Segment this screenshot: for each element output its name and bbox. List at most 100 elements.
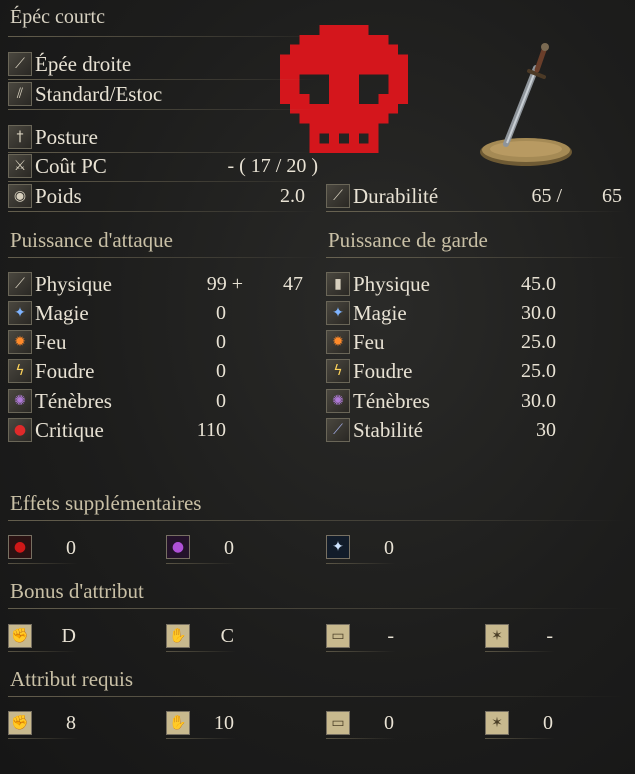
requirement-value: 10 <box>214 712 234 734</box>
scaling-value: C <box>220 625 234 647</box>
skull-icon <box>279 25 409 154</box>
strength-icon: ✊ <box>8 624 32 648</box>
fp-cost-row: ⚔ Coût PC - ( 17 / 20 ) <box>8 152 318 180</box>
effect-poison: ● <box>166 535 190 559</box>
guard-row-stability: ⟋ Stabilité 30 <box>326 416 556 444</box>
section-divider <box>8 696 626 697</box>
faith-icon: ✶ <box>485 711 509 735</box>
attack-label: Physique <box>35 271 113 296</box>
attack-value: 0 <box>216 360 226 382</box>
stability-icon: ⟋ <box>326 418 350 442</box>
durability-current: 65 / <box>531 185 562 207</box>
requirement-underline <box>485 738 555 739</box>
item-name: Épéc courtc <box>10 6 105 28</box>
attack-type-label: Standard/Estoc <box>35 81 163 106</box>
fp-cost-label: Coût PC <box>35 153 107 178</box>
weight-label: Poids <box>35 183 82 208</box>
effect-value: 0 <box>384 537 394 559</box>
attack-label: Feu <box>35 329 67 354</box>
requirements-heading: Attribut requis <box>10 667 134 691</box>
requirement-underline <box>166 738 236 739</box>
guard-value: 30.0 <box>521 302 556 324</box>
dark-icon: ✺ <box>8 389 32 413</box>
weight-value: 2.0 <box>280 185 305 207</box>
requirement-underline <box>326 738 396 739</box>
fire-icon: ✹ <box>8 330 32 354</box>
scaling-faith: ✶ <box>485 624 509 648</box>
guard-value: 25.0 <box>521 331 556 353</box>
durability-label: Durabilité <box>353 183 439 208</box>
weight-row: ◉ Poids 2.0 <box>8 182 305 210</box>
weapon-class-row: ⟋ Épée droite <box>8 50 131 78</box>
magic-icon: ✦ <box>8 301 32 325</box>
requirement-underline <box>8 738 78 739</box>
durability-max: 65 <box>602 185 622 207</box>
guard-row-dark: ✺ Ténèbres 30.0 <box>326 387 556 415</box>
guard-label: Stabilité <box>353 417 423 442</box>
guard-row-physical: ▮ Physique 45.0 <box>326 270 556 298</box>
effect-frost: ✦ <box>326 535 350 559</box>
effect-value: 0 <box>224 537 234 559</box>
bleed-icon: ● <box>8 535 32 559</box>
skill-row: † Posture <box>8 123 98 151</box>
dexterity-icon: ✋ <box>166 711 190 735</box>
durability-row: ⟋ Durabilité 65 / 65 <box>326 182 622 210</box>
requirement-dexterity: ✋ <box>166 711 190 735</box>
attack-row-physical: ⟋ Physique 99 + 47 <box>8 270 305 298</box>
guard-value: 30.0 <box>521 390 556 412</box>
effect-underline <box>8 563 78 564</box>
physical-guard-icon: ▮ <box>326 272 350 296</box>
requirement-value: 0 <box>384 712 394 734</box>
weight-icon: ◉ <box>8 184 32 208</box>
guard-label: Magie <box>353 300 407 325</box>
dexterity-icon: ✋ <box>166 624 190 648</box>
section-divider <box>8 257 318 258</box>
physical-attack-icon: ⟋ <box>8 272 32 296</box>
attack-value: 0 <box>216 390 226 412</box>
lightning-icon: ϟ <box>8 359 32 383</box>
row-divider <box>8 109 318 110</box>
attack-value: 0 <box>216 302 226 324</box>
guard-label: Feu <box>353 329 385 354</box>
effects-heading: Effets supplémentaires <box>10 491 202 515</box>
attack-bonus-value: 47 <box>283 273 303 295</box>
section-divider <box>326 257 626 258</box>
attack-value: 99 + <box>206 273 243 295</box>
durability-icon: ⟋ <box>326 184 350 208</box>
scaling-heading: Bonus d'attribut <box>10 579 144 603</box>
weapon-class-label: Épée droite <box>35 51 132 76</box>
intelligence-icon: ▭ <box>326 711 350 735</box>
scaling-strength: ✊ <box>8 624 32 648</box>
guard-heading: Puissance de garde <box>328 228 488 252</box>
attack-row-lightning: ϟ Foudre 0 <box>8 357 226 385</box>
attack-label: Magie <box>35 300 89 325</box>
attack-power-heading: Puissance d'attaque <box>10 228 173 252</box>
effect-bleed: ● <box>8 535 32 559</box>
requirement-value: 0 <box>543 712 553 734</box>
attack-label: Critique <box>35 417 104 442</box>
effect-underline <box>166 563 236 564</box>
lightning-guard-icon: ϟ <box>326 359 350 383</box>
scaling-underline <box>166 651 236 652</box>
requirement-faith: ✶ <box>485 711 509 735</box>
scaling-underline <box>8 651 78 652</box>
requirement-value: 8 <box>66 712 76 734</box>
frost-icon: ✦ <box>326 535 350 559</box>
guard-label: Foudre <box>353 358 413 383</box>
row-divider <box>8 211 318 212</box>
attack-row-critical: ● Critique 110 <box>8 416 226 444</box>
scaling-value: - <box>546 625 553 647</box>
weapon-illustration <box>480 43 572 166</box>
guard-label: Ténèbres <box>353 388 430 413</box>
section-divider <box>8 608 626 609</box>
attack-row-magic: ✦ Magie 0 <box>8 299 226 327</box>
skill-label: Posture <box>35 124 98 149</box>
scaling-value: - <box>387 625 394 647</box>
attack-row-dark: ✺ Ténèbres 0 <box>8 387 226 415</box>
skill-icon: † <box>8 125 32 149</box>
attack-row-fire: ✹ Feu 0 <box>8 328 226 356</box>
guard-value: 45.0 <box>521 273 556 295</box>
attack-type-icon: ⫽ <box>8 82 32 106</box>
attack-label: Ténèbres <box>35 388 112 413</box>
guard-value: 30 <box>536 419 556 441</box>
